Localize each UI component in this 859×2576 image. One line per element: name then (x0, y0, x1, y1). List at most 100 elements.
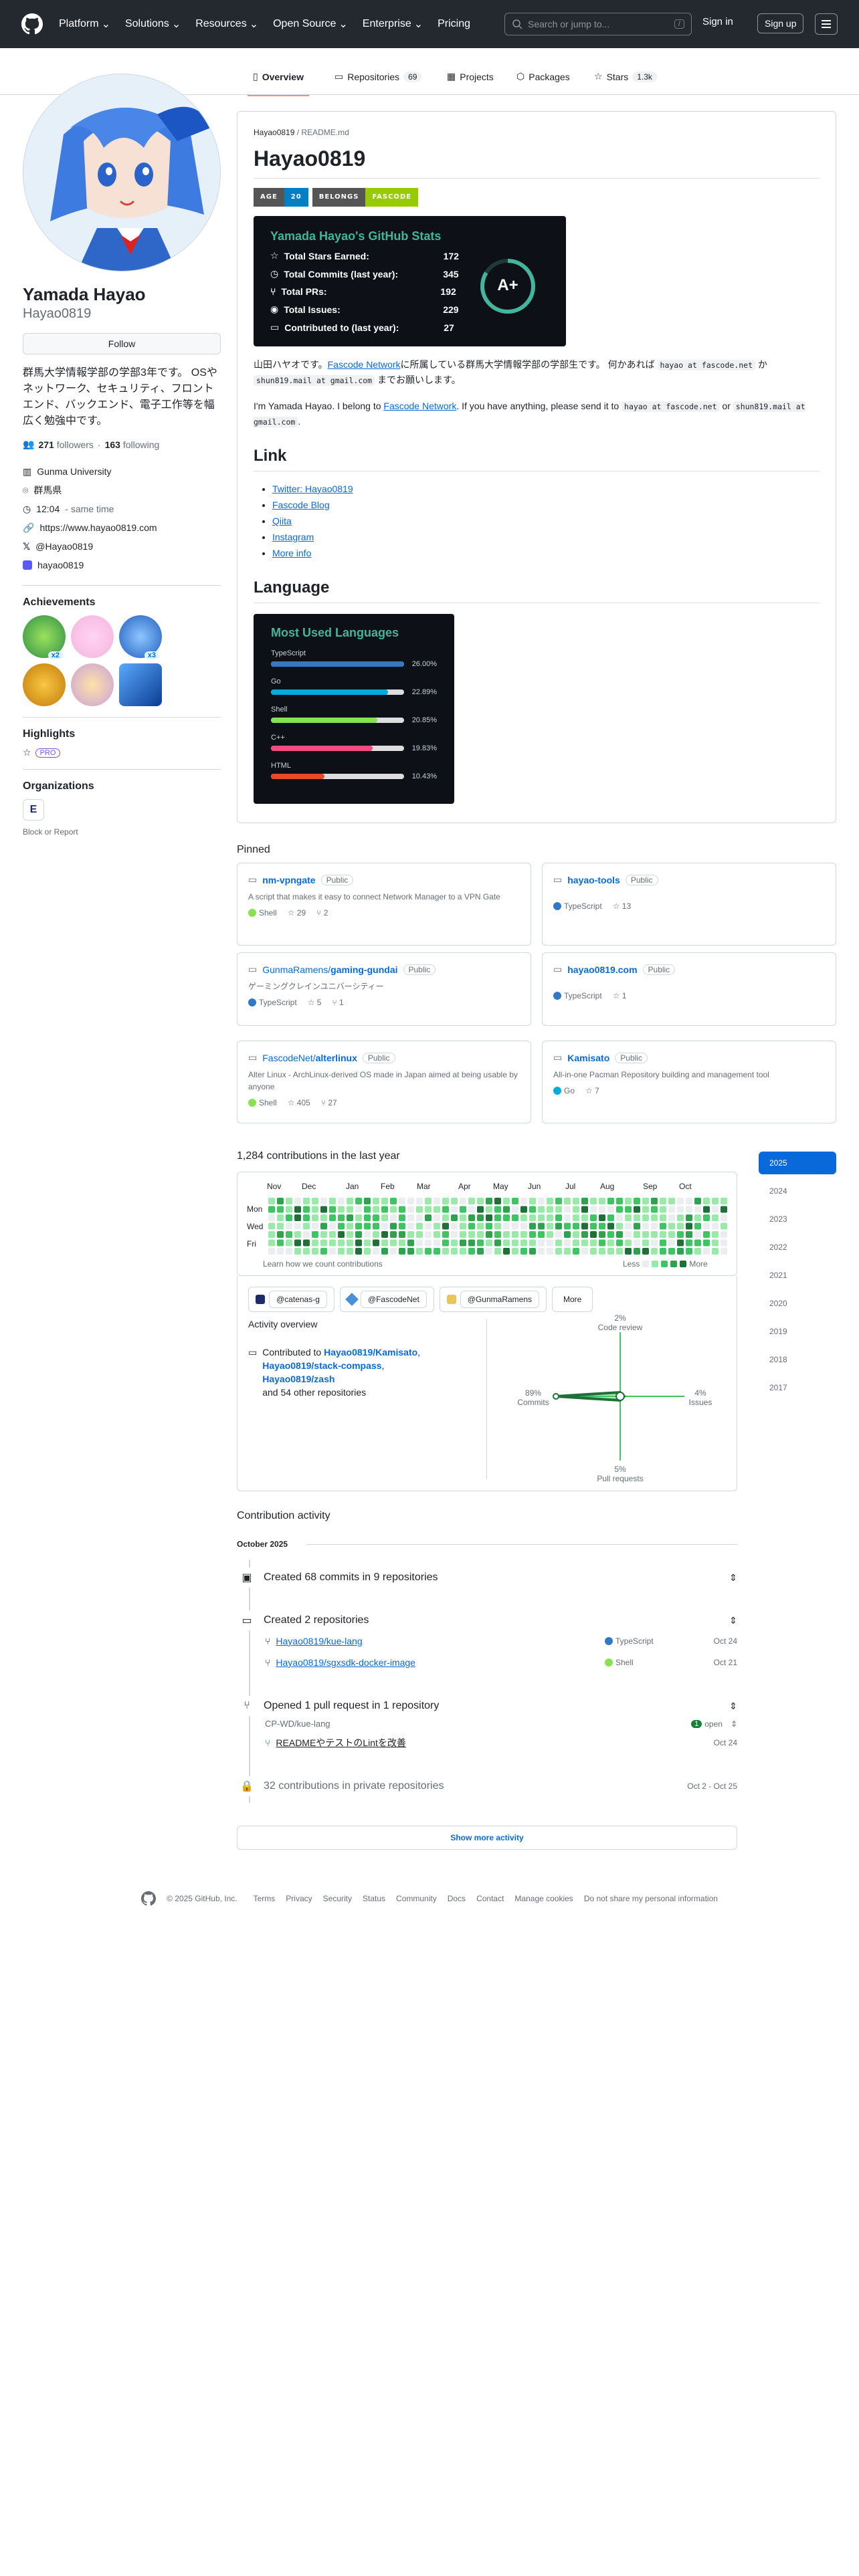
contribution-cell[interactable] (416, 1206, 423, 1213)
contribution-cell[interactable] (642, 1239, 649, 1247)
contribution-cell[interactable] (294, 1248, 301, 1255)
contribution-cell[interactable] (390, 1222, 397, 1230)
contribution-cell[interactable] (529, 1248, 536, 1255)
contribution-cell[interactable] (590, 1231, 597, 1238)
contribution-cell[interactable] (468, 1231, 475, 1238)
contribution-cell[interactable] (555, 1248, 562, 1255)
contribution-cell[interactable] (686, 1198, 692, 1204)
pinned-repo-link[interactable]: hayao-tools (567, 875, 620, 885)
contribution-cell[interactable] (625, 1198, 632, 1204)
achievement-quickdraw[interactable] (23, 663, 66, 706)
contribution-cell[interactable] (677, 1214, 684, 1221)
contribution-cell[interactable] (703, 1198, 710, 1204)
contribution-cell[interactable] (494, 1222, 501, 1230)
contribution-cell[interactable] (616, 1198, 623, 1204)
contribution-cell[interactable] (660, 1198, 666, 1204)
pinned-repo-card[interactable]: ▭ hayao0819.com Public TypeScript ☆ 1 (542, 952, 836, 1026)
contribution-cell[interactable] (529, 1214, 536, 1221)
contribution-cell[interactable] (416, 1198, 423, 1204)
contribution-cell[interactable] (555, 1214, 562, 1221)
contribution-cell[interactable] (564, 1239, 571, 1247)
contribution-cell[interactable] (390, 1206, 397, 1213)
contribution-cell[interactable] (642, 1222, 649, 1230)
contribution-cell[interactable] (347, 1198, 353, 1204)
contribution-cell[interactable] (434, 1206, 440, 1213)
contribution-cell[interactable] (555, 1222, 562, 1230)
contribution-cell[interactable] (547, 1231, 553, 1238)
contribution-cell[interactable] (320, 1206, 327, 1213)
contribution-cell[interactable] (512, 1248, 518, 1255)
tab-packages[interactable]: ⬡ Packages (516, 71, 570, 82)
contribution-cell[interactable] (442, 1239, 449, 1247)
contribution-cell[interactable] (694, 1231, 701, 1238)
contribution-cell[interactable] (381, 1239, 388, 1247)
contribution-cell[interactable] (442, 1231, 449, 1238)
contribution-cell[interactable] (338, 1222, 345, 1230)
contribution-cell[interactable] (347, 1239, 353, 1247)
contribution-cell[interactable] (607, 1206, 614, 1213)
contribution-cell[interactable] (312, 1239, 318, 1247)
contribution-cell[interactable] (477, 1214, 484, 1221)
contribution-cell[interactable] (677, 1206, 684, 1213)
contribution-cell[interactable] (634, 1214, 640, 1221)
contribution-cell[interactable] (434, 1222, 440, 1230)
contribution-cell[interactable] (573, 1222, 579, 1230)
website-link[interactable]: https://www.hayao0819.com (39, 522, 157, 533)
contribution-cell[interactable] (599, 1206, 605, 1213)
menu-button[interactable] (815, 13, 838, 35)
contribution-cell[interactable] (320, 1214, 327, 1221)
contribution-cell[interactable] (581, 1206, 588, 1213)
contribution-cell[interactable] (442, 1198, 449, 1204)
contribution-cell[interactable] (712, 1248, 719, 1255)
contribution-cell[interactable] (712, 1214, 719, 1221)
pinned-repo-card[interactable]: ▭ Kamisato Public All-in-one Pacman Reposit… (542, 1041, 836, 1123)
contribution-cell[interactable] (520, 1248, 527, 1255)
contribution-cell[interactable] (573, 1206, 579, 1213)
contribution-cell[interactable] (268, 1214, 275, 1221)
pinned-repo-card[interactable]: ▭ FascodeNet/alterlinux Public Alter Linux … (237, 1041, 531, 1123)
contribution-cell[interactable] (573, 1248, 579, 1255)
contribution-cell[interactable] (364, 1248, 371, 1255)
github-logo-icon[interactable] (141, 1891, 157, 1906)
contribution-cell[interactable] (520, 1206, 527, 1213)
year-link[interactable]: 2024 (759, 1180, 836, 1202)
axis-title[interactable]: Issues (687, 1398, 714, 1407)
pr-repo-link[interactable]: CP-WD/kue-lang (265, 1719, 330, 1729)
contribution-cell[interactable] (407, 1214, 414, 1221)
nav-open-source[interactable]: Open Source ⌄ (273, 17, 348, 31)
contribution-cell[interactable] (460, 1248, 466, 1255)
footer-link[interactable]: Docs (448, 1894, 466, 1903)
contribution-cell[interactable] (460, 1239, 466, 1247)
contribution-cell[interactable] (494, 1198, 501, 1204)
contribution-cell[interactable] (581, 1214, 588, 1221)
year-link[interactable]: 2018 (759, 1348, 836, 1371)
tab-stars[interactable]: ☆ Stars 1.3k (594, 71, 657, 82)
contribution-cell[interactable] (477, 1198, 484, 1204)
nav-solutions[interactable]: Solutions ⌄ (125, 17, 181, 31)
contribution-cell[interactable] (312, 1222, 318, 1230)
contribution-cell[interactable] (320, 1248, 327, 1255)
contribution-cell[interactable] (286, 1222, 292, 1230)
contribution-cell[interactable] (329, 1214, 336, 1221)
contribution-cell[interactable] (642, 1214, 649, 1221)
repo-link[interactable]: Hayao0819/stack-compass (262, 1360, 381, 1371)
contribution-cell[interactable] (660, 1222, 666, 1230)
repo-link[interactable]: Hayao0819/zash (262, 1374, 335, 1384)
contribution-cell[interactable] (694, 1248, 701, 1255)
contribution-cell[interactable] (434, 1248, 440, 1255)
collapse-icon[interactable]: ⇕ (729, 1701, 737, 1712)
contribution-cell[interactable] (468, 1222, 475, 1230)
contribution-cell[interactable] (425, 1239, 432, 1247)
contribution-cell[interactable] (547, 1248, 553, 1255)
contribution-cell[interactable] (460, 1231, 466, 1238)
contribution-cell[interactable] (712, 1198, 719, 1204)
pinned-repo-link[interactable]: GunmaRamens/gaming-gundai (262, 964, 397, 975)
contribution-cell[interactable] (573, 1231, 579, 1238)
contribution-cell[interactable] (651, 1231, 658, 1238)
contribution-cell[interactable] (573, 1198, 579, 1204)
contribution-cell[interactable] (468, 1239, 475, 1247)
contribution-cell[interactable] (399, 1222, 405, 1230)
contribution-cell[interactable] (294, 1231, 301, 1238)
contribution-cell[interactable] (373, 1248, 379, 1255)
nav-platform[interactable]: Platform ⌄ (59, 17, 110, 31)
